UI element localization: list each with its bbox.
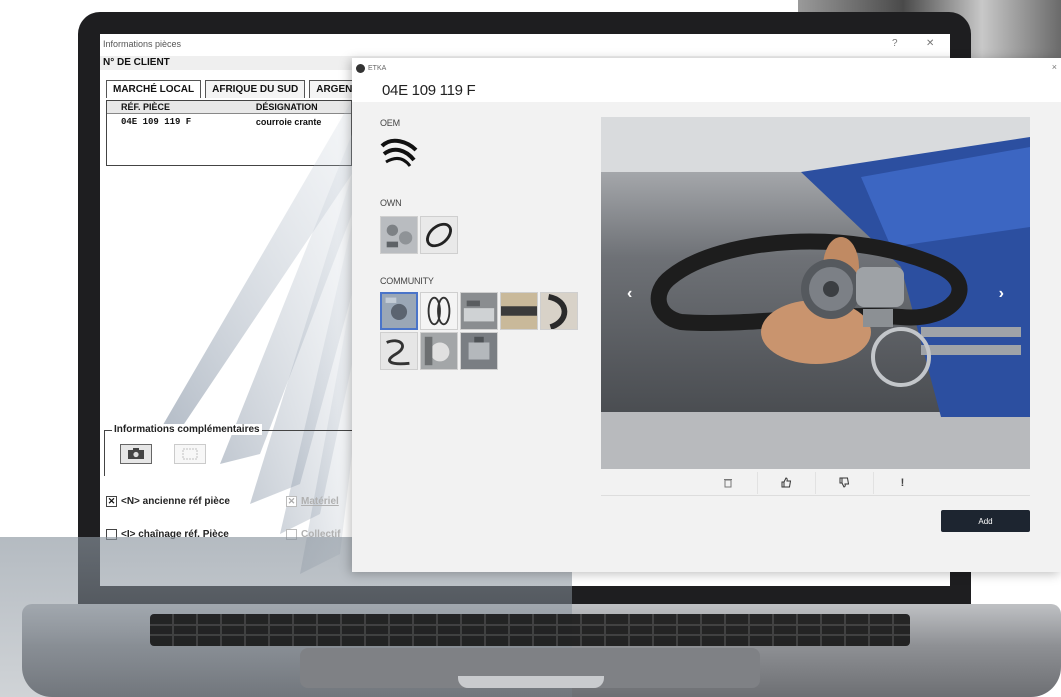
old-ref-option[interactable]: ✕ <N> ancienne réf pièce — [106, 496, 230, 507]
etka-close-button[interactable]: × — [1052, 62, 1057, 72]
timing-belt-icon — [380, 138, 418, 167]
table-row[interactable]: 04E 109 119 F courroie crante — [107, 114, 351, 127]
community-image-3[interactable] — [460, 292, 498, 330]
etka-logo-icon — [356, 63, 365, 73]
belt-image — [421, 217, 457, 253]
community-image-6[interactable] — [380, 332, 418, 370]
own-image-1[interactable] — [380, 216, 418, 254]
designation-cell: courroie crante — [255, 117, 322, 127]
trash-icon — [724, 479, 732, 488]
belt-closeup-image — [501, 293, 537, 329]
material-label: Matériel — [301, 496, 339, 507]
add-button[interactable]: Add — [941, 510, 1030, 532]
image-viewer[interactable]: ‹ › — [601, 117, 1030, 469]
laptop-notch — [458, 676, 604, 688]
help-button[interactable]: ? — [892, 38, 898, 49]
tab-south-africa[interactable]: AFRIQUE DU SUD — [205, 80, 306, 98]
info-section-title: Informations complémentaires — [112, 424, 262, 435]
tab-local-market[interactable]: MARCHÉ LOCAL — [106, 80, 202, 98]
material-checkbox[interactable]: ✕ — [286, 496, 297, 507]
community-image-4[interactable] — [500, 292, 538, 330]
part-ref-cell: 04E 109 119 F — [121, 117, 192, 127]
oem-section-label: OEM — [380, 118, 400, 128]
belt-loop-image — [421, 293, 457, 329]
next-image-arrow[interactable]: › — [999, 285, 1004, 303]
column-header-designation: DÉSIGNATION — [255, 102, 318, 112]
old-ref-checkbox[interactable]: ✕ — [106, 496, 117, 507]
belt-coil-image — [381, 333, 417, 369]
etka-window: ETKA × 04E 109 119 F OEM OWN COMMUNITY ‹… — [352, 58, 1061, 572]
dislike-button[interactable] — [816, 471, 874, 494]
like-button[interactable] — [758, 471, 816, 494]
legacy-window-title: Informations pièces — [103, 39, 182, 49]
workshop-image — [461, 333, 497, 369]
camera-icon — [128, 448, 144, 459]
etka-app-name: ETKA — [368, 64, 387, 72]
community-image-1[interactable] — [380, 292, 418, 330]
photo-button[interactable] — [120, 444, 152, 464]
column-header-ref: RÉF. PIÈCE — [121, 102, 171, 112]
previous-image-arrow[interactable]: ‹ — [627, 285, 632, 303]
parts-kit-image — [381, 217, 417, 253]
thumbs-down-icon — [839, 477, 849, 488]
etka-titlebar: ETKA — [352, 58, 1061, 78]
community-image-2[interactable] — [420, 292, 458, 330]
community-section-label: COMMUNITY — [380, 276, 434, 286]
engine-part-image — [421, 333, 457, 369]
parts-table: RÉF. PIÈCE DÉSIGNATION 04E 109 119 F cou… — [106, 100, 352, 166]
thumbs-up-icon — [781, 477, 791, 488]
oem-image[interactable] — [380, 132, 418, 170]
main-photo — [601, 117, 1030, 469]
delete-button[interactable] — [700, 471, 758, 494]
engine-bay-image — [461, 293, 497, 329]
old-ref-label: <N> ancienne réf pièce — [121, 496, 230, 507]
community-image-8[interactable] — [460, 332, 498, 370]
table-header: RÉF. PIÈCE DÉSIGNATION — [107, 101, 351, 114]
image-actions-bar: ! — [601, 470, 1030, 496]
etka-content: OEM OWN COMMUNITY ‹ › ! Add — [352, 102, 1061, 572]
laptop-keyboard — [150, 614, 910, 646]
graphic-button[interactable] — [174, 444, 206, 464]
image-icon — [182, 448, 198, 460]
own-image-2[interactable] — [420, 216, 458, 254]
market-tabs: MARCHÉ LOCAL AFRIQUE DU SUD ARGEN — [106, 80, 360, 98]
community-image-5[interactable] — [540, 292, 578, 330]
report-button[interactable]: ! — [874, 472, 932, 494]
selected-photo-thumbnail — [382, 294, 416, 328]
part-number-title: 04E 109 119 F — [382, 82, 476, 99]
own-section-label: OWN — [380, 198, 402, 208]
community-image-7[interactable] — [420, 332, 458, 370]
curved-belt-image — [541, 293, 577, 329]
close-button[interactable]: ✕ — [926, 38, 934, 49]
material-option[interactable]: ✕ Matériel — [286, 496, 339, 507]
